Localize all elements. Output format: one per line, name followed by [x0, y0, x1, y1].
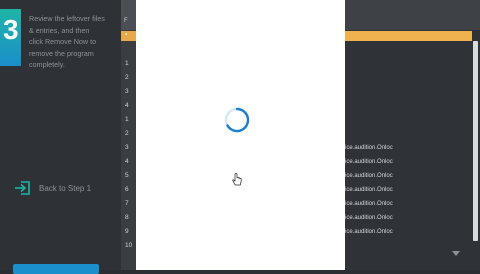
back-label: Back to Step 1 [39, 183, 92, 193]
scrollbar-thumb[interactable] [473, 41, 478, 241]
exit-arrow-icon [15, 181, 30, 195]
selected-row[interactable] [345, 31, 472, 41]
step-number: 3 [3, 14, 19, 45]
step-instruction: Review the leftover files & entries, and… [29, 14, 105, 69]
leftover-table-path-column: ice.audition.Onloc ice.audition.Onloc ic… [345, 0, 480, 270]
row-number: 1 [125, 60, 129, 67]
back-to-step-button[interactable]: Back to Step 1 [14, 180, 91, 196]
hand-cursor-icon [232, 173, 242, 186]
table-cell: ice.audition.Onloc [345, 173, 393, 179]
table-header: F [121, 0, 136, 30]
row-number: 2 [125, 74, 129, 81]
row-number: 2 [125, 130, 129, 137]
row-number: 9 [125, 228, 129, 235]
remove-now-button[interactable] [13, 264, 99, 274]
row-number: 6 [125, 186, 129, 193]
chevron-down-icon[interactable] [452, 251, 460, 256]
row-number: 3 [125, 88, 129, 95]
row-number: 4 [125, 102, 129, 109]
row-checkbox[interactable]: ▪ [125, 32, 127, 38]
row-number: 7 [125, 200, 129, 207]
table-cell: ice.audition.Onloc [345, 201, 393, 207]
loading-spinner-icon [224, 107, 250, 133]
table-cell: ice.audition.Onloc [345, 215, 393, 221]
vertical-scrollbar[interactable] [473, 41, 478, 241]
table-cell: ice.audition.Onloc [345, 229, 393, 235]
leftover-table-index-column: F ▪ 1 2 3 4 1 2 3 4 5 6 7 8 9 10 [121, 0, 136, 270]
selected-row-marker[interactable]: ▪ [121, 31, 136, 41]
step-badge: 3 [0, 9, 21, 66]
step-sidebar: 3 Review the leftover files & entries, a… [0, 0, 121, 274]
row-number: 4 [125, 158, 129, 165]
table-cell: ice.audition.Onloc [345, 145, 393, 151]
row-number: 10 [125, 242, 133, 249]
table-header-right [345, 0, 480, 30]
loading-dialog [136, 0, 345, 270]
row-number: 1 [125, 116, 129, 123]
row-number: 3 [125, 144, 129, 151]
table-header-label: F [124, 18, 128, 24]
table-cell: ice.audition.Onloc [345, 187, 393, 193]
table-cell: ice.audition.Onloc [345, 159, 393, 165]
row-number: 5 [125, 172, 129, 179]
row-number: 8 [125, 214, 129, 221]
